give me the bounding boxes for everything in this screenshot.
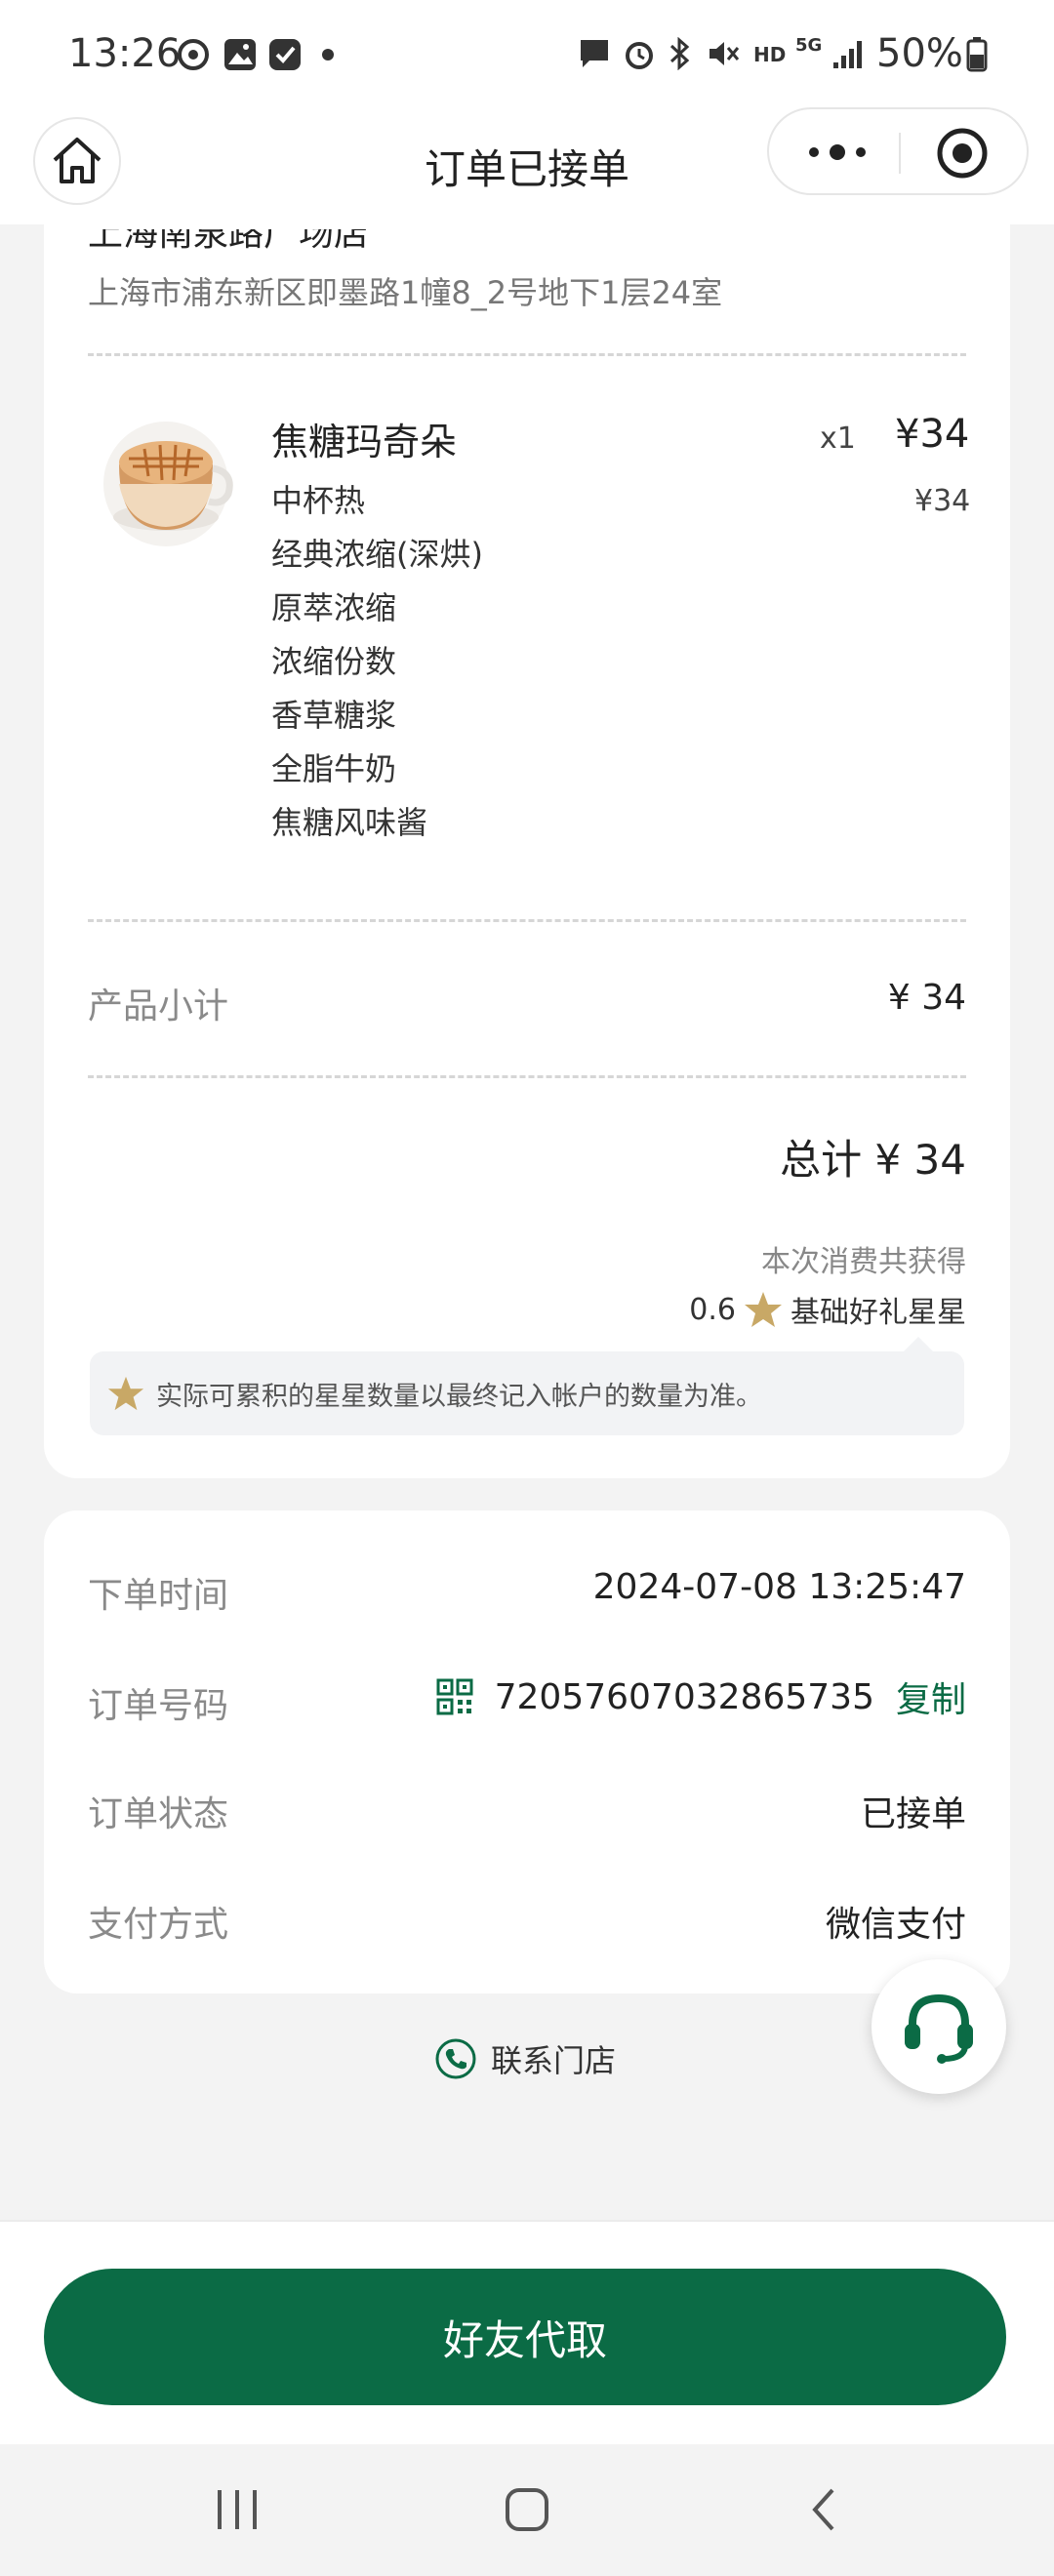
note-pointer — [903, 1337, 934, 1352]
bluetooth-icon — [669, 37, 690, 70]
headset-icon — [905, 1993, 973, 2064]
order-card: 上海南泉路广场店 上海市浦东新区即墨路1幢8_2号地下1层24室 焦糖玛奇朵 x… — [44, 176, 1010, 1478]
notification-dot-icon — [322, 49, 334, 60]
option-price: ¥34 — [914, 484, 971, 518]
back-icon[interactable] — [805, 2485, 844, 2534]
product-quantity: x1 — [820, 422, 856, 456]
option-item: 中杯热 — [271, 482, 366, 519]
more-dots-icon[interactable] — [798, 131, 876, 174]
order-number-label: 订单号码 — [88, 1686, 229, 1726]
order-time-label: 下单时间 — [88, 1576, 229, 1616]
status-bar: 13:26 HD 5G 50% — [0, 0, 1054, 107]
option-item: 焦糖风味酱 — [271, 804, 428, 841]
order-status-value: 已接单 — [860, 1794, 966, 1834]
qrcode-icon[interactable] — [436, 1678, 473, 1715]
star-icon — [745, 1292, 782, 1327]
option-item: 经典浓缩(深烘) — [271, 536, 483, 573]
stars-earned: 0.6 基础好礼星星 — [689, 1288, 966, 1331]
option-item: 全脂牛奶 — [271, 750, 397, 787]
weibo-icon — [178, 39, 209, 70]
order-time-row: 下单时间 2024-07-08 13:25:47 — [88, 1561, 966, 1620]
chat-icon — [581, 40, 608, 67]
alarm-icon — [626, 42, 653, 69]
stars-note: 实际可累积的星星数量以最终记入帐户的数量为准。 — [90, 1351, 964, 1435]
system-nav-bar — [0, 2444, 1054, 2576]
order-status-row: 订单状态 已接单 — [88, 1780, 966, 1838]
order-number-value: 72057607032865735 — [494, 1676, 874, 1717]
earn-text: 本次消费共获得 — [761, 1245, 966, 1279]
battery-icon — [966, 37, 988, 72]
subtotal-value: ¥ 34 — [887, 978, 966, 1018]
contact-store-label: 联系门店 — [491, 2042, 617, 2079]
phone-icon — [435, 2038, 476, 2079]
copy-button[interactable]: 复制 — [896, 1671, 966, 1722]
star-icon — [107, 1376, 144, 1411]
option-item: 原萃浓缩 — [271, 589, 397, 626]
order-time-value: 2024-07-08 13:25:47 — [592, 1567, 966, 1607]
hd-icon: HD — [753, 43, 787, 66]
total-amount: 总计 ¥ 34 — [780, 1136, 966, 1184]
divider — [88, 1075, 966, 1078]
option-item: 浓缩份数 — [271, 643, 397, 680]
store-address: 上海市浦东新区即墨路1幢8_2号地下1层24室 — [88, 274, 723, 311]
order-number-row: 订单号码 72057607032865735 复制 — [88, 1671, 966, 1730]
divider — [88, 353, 966, 356]
option-item: 香草糖浆 — [271, 697, 397, 734]
divider — [88, 919, 966, 922]
product-image — [103, 422, 233, 546]
app-badge-icon — [269, 39, 301, 70]
product-option-list: 中杯热 经典浓缩(深烘) 原萃浓缩 浓缩份数 香草糖浆 全脂牛奶 焦糖风味酱 — [271, 474, 483, 850]
order-status-label: 订单状态 — [88, 1794, 229, 1834]
contact-store-link[interactable]: 联系门店 — [434, 2036, 616, 2081]
capsule-divider — [899, 133, 901, 174]
payment-label: 支付方式 — [88, 1905, 229, 1945]
header: 订单已接单 — [0, 107, 1054, 224]
status-time: 13:26 — [68, 31, 182, 76]
signal-bars-icon — [833, 41, 862, 68]
subtotal-label: 产品小计 — [88, 986, 229, 1026]
stars-value: 0.6 — [689, 1292, 736, 1327]
order-info-card: 下单时间 2024-07-08 13:25:47 订单号码 7205760703… — [44, 1510, 1010, 1993]
friend-pickup-button[interactable]: 好友代取 — [44, 2269, 1006, 2405]
battery-percent: 50% — [876, 31, 963, 76]
recent-apps-icon[interactable] — [210, 2485, 264, 2534]
stars-label: 基础好礼星星 — [790, 1296, 966, 1330]
home-nav-icon[interactable] — [503, 2485, 551, 2534]
mute-icon — [709, 42, 740, 65]
order-number-group: 72057607032865735 复制 — [436, 1671, 966, 1722]
payment-value: 微信支付 — [825, 1905, 966, 1945]
signal-5g-icon: 5G — [795, 35, 823, 56]
customer-service-button[interactable] — [872, 1959, 1006, 2094]
mini-program-capsule — [767, 107, 1029, 195]
target-circle-icon[interactable] — [935, 126, 990, 181]
product-price: ¥34 — [895, 412, 970, 457]
bottom-action-bar: 好友代取 — [0, 2220, 1054, 2444]
payment-row: 支付方式 微信支付 — [88, 1890, 966, 1949]
note-text: 实际可累积的星星数量以最终记入帐户的数量为准。 — [156, 1381, 762, 1412]
gallery-icon — [224, 39, 256, 70]
product-name: 焦糖玛奇朵 — [271, 421, 458, 463]
